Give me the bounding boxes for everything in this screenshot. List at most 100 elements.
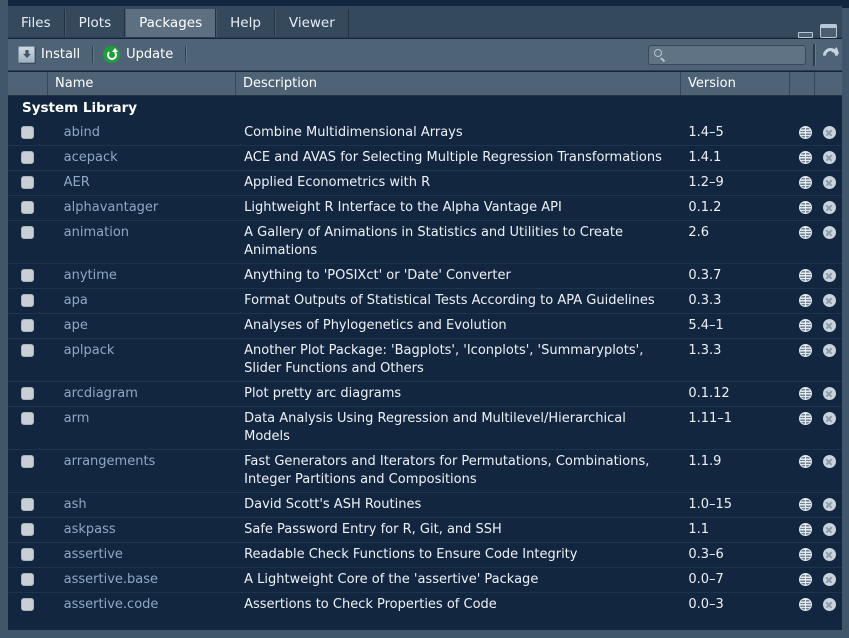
remove-package-icon[interactable]: [823, 126, 836, 139]
globe-icon[interactable]: [799, 344, 812, 357]
package-checkbox[interactable]: [21, 294, 34, 307]
column-header-name[interactable]: Name: [48, 72, 236, 95]
package-name-link[interactable]: assertive.base: [64, 572, 158, 587]
package-checkbox[interactable]: [21, 598, 34, 611]
globe-icon[interactable]: [799, 269, 812, 282]
globe-icon[interactable]: [799, 126, 812, 139]
package-checkbox[interactable]: [21, 573, 34, 586]
globe-icon[interactable]: [799, 201, 812, 214]
remove-package-icon[interactable]: [823, 598, 836, 611]
minimize-pane-icon[interactable]: [798, 32, 813, 38]
remove-package-icon[interactable]: [823, 344, 836, 357]
table-row[interactable]: arcdiagramPlot pretty arc diagrams0.1.12: [8, 381, 842, 406]
package-name-link[interactable]: animation: [64, 225, 129, 240]
table-row[interactable]: alphavantagerLightweight R Interface to …: [8, 195, 842, 220]
package-name-link[interactable]: abind: [64, 125, 100, 140]
update-button[interactable]: Update: [99, 42, 180, 68]
table-row[interactable]: assertive.codeAssertions to Check Proper…: [8, 592, 842, 617]
search-input[interactable]: [666, 46, 824, 64]
table-row[interactable]: aplpackAnother Plot Package: 'Bagplots',…: [8, 338, 842, 381]
package-checkbox[interactable]: [21, 201, 34, 214]
remove-package-icon[interactable]: [823, 269, 836, 282]
remove-package-icon[interactable]: [823, 498, 836, 511]
remove-package-icon[interactable]: [823, 226, 836, 239]
package-name-link[interactable]: ape: [64, 318, 88, 333]
package-checkbox[interactable]: [21, 226, 34, 239]
remove-package-icon[interactable]: [823, 412, 836, 425]
package-name-link[interactable]: apa: [64, 293, 88, 308]
table-row[interactable]: assertiveReadable Check Functions to Ens…: [8, 542, 842, 567]
remove-package-icon[interactable]: [823, 176, 836, 189]
package-name-link[interactable]: ash: [64, 497, 87, 512]
table-row[interactable]: apaFormat Outputs of Statistical Tests A…: [8, 288, 842, 313]
column-header-version[interactable]: Version: [681, 72, 790, 95]
maximize-pane-icon[interactable]: [820, 24, 837, 38]
remove-package-icon[interactable]: [823, 294, 836, 307]
column-header-remove[interactable]: [815, 72, 842, 95]
table-row[interactable]: assertive.baseA Lightweight Core of the …: [8, 567, 842, 592]
tab-viewer[interactable]: Viewer: [275, 9, 349, 37]
column-header-description[interactable]: Description: [236, 72, 681, 95]
package-checkbox[interactable]: [21, 523, 34, 536]
table-row[interactable]: armData Analysis Using Regression and Mu…: [8, 406, 842, 449]
table-row[interactable]: animationA Gallery of Animations in Stat…: [8, 220, 842, 263]
remove-package-icon[interactable]: [823, 319, 836, 332]
package-name-link[interactable]: aplpack: [64, 343, 115, 358]
package-checkbox[interactable]: [21, 455, 34, 468]
globe-icon[interactable]: [799, 523, 812, 536]
package-name-link[interactable]: AER: [64, 175, 90, 190]
remove-package-icon[interactable]: [823, 455, 836, 468]
table-row[interactable]: anytimeAnything to 'POSIXct' or 'Date' C…: [8, 263, 842, 288]
tab-packages[interactable]: Packages: [125, 9, 216, 37]
globe-icon[interactable]: [799, 319, 812, 332]
globe-icon[interactable]: [799, 573, 812, 586]
globe-icon[interactable]: [799, 151, 812, 164]
globe-icon[interactable]: [799, 498, 812, 511]
tab-plots[interactable]: Plots: [65, 9, 125, 37]
table-row[interactable]: AERApplied Econometrics with R1.2–9: [8, 170, 842, 195]
globe-icon[interactable]: [799, 387, 812, 400]
package-name-link[interactable]: arcdiagram: [64, 386, 138, 401]
globe-icon[interactable]: [799, 455, 812, 468]
table-row[interactable]: apeAnalyses of Phylogenetics and Evoluti…: [8, 313, 842, 338]
search-box[interactable]: [648, 45, 806, 65]
tab-files[interactable]: Files: [8, 9, 65, 37]
remove-package-icon[interactable]: [823, 573, 836, 586]
table-row[interactable]: abindCombine Multidimensional Arrays1.4–…: [8, 121, 842, 145]
globe-icon[interactable]: [799, 598, 812, 611]
remove-package-icon[interactable]: [823, 151, 836, 164]
remove-package-icon[interactable]: [823, 523, 836, 536]
package-name-link[interactable]: arm: [64, 411, 90, 426]
refresh-button[interactable]: [819, 44, 843, 68]
package-checkbox[interactable]: [21, 412, 34, 425]
table-row[interactable]: ashDavid Scott's ASH Routines1.0–15: [8, 492, 842, 517]
package-name-link[interactable]: anytime: [64, 268, 117, 283]
tab-help[interactable]: Help: [216, 9, 275, 37]
package-checkbox[interactable]: [21, 151, 34, 164]
globe-icon[interactable]: [799, 176, 812, 189]
package-name-link[interactable]: askpass: [64, 522, 116, 537]
globe-icon[interactable]: [799, 226, 812, 239]
column-header-checkbox[interactable]: [8, 72, 48, 95]
table-row[interactable]: arrangementsFast Generators and Iterator…: [8, 449, 842, 492]
package-checkbox[interactable]: [21, 548, 34, 561]
remove-package-icon[interactable]: [823, 387, 836, 400]
table-row[interactable]: askpassSafe Password Entry for R, Git, a…: [8, 517, 842, 542]
package-checkbox[interactable]: [21, 498, 34, 511]
remove-package-icon[interactable]: [823, 548, 836, 561]
package-name-link[interactable]: assertive: [64, 547, 123, 562]
globe-icon[interactable]: [799, 548, 812, 561]
package-name-link[interactable]: assertive.code: [64, 597, 159, 612]
globe-icon[interactable]: [799, 294, 812, 307]
package-checkbox[interactable]: [21, 176, 34, 189]
package-name-link[interactable]: acepack: [64, 150, 118, 165]
package-checkbox[interactable]: [21, 269, 34, 282]
package-name-link[interactable]: arrangements: [64, 454, 156, 469]
table-row[interactable]: acepackACE and AVAS for Selecting Multip…: [8, 145, 842, 170]
globe-icon[interactable]: [799, 412, 812, 425]
column-header-browse[interactable]: [790, 72, 815, 95]
package-checkbox[interactable]: [21, 126, 34, 139]
package-checkbox[interactable]: [21, 387, 34, 400]
remove-package-icon[interactable]: [823, 201, 836, 214]
package-name-link[interactable]: alphavantager: [64, 200, 159, 215]
